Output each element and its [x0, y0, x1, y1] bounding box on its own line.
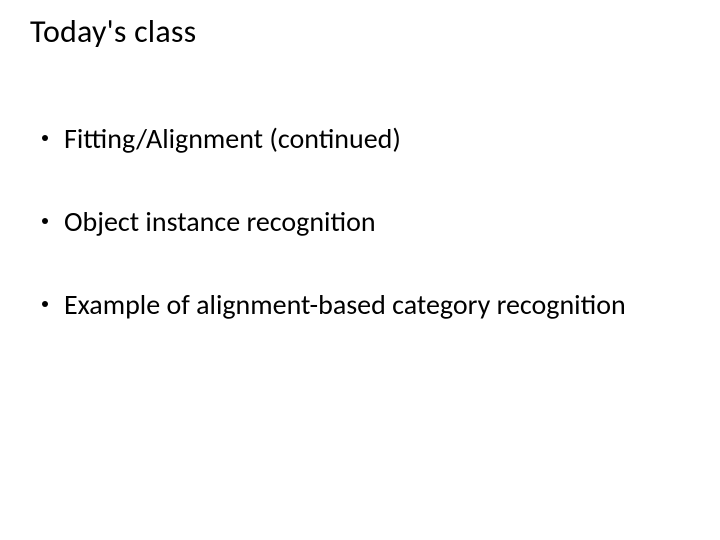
list-item: Example of alignment-based category reco…	[42, 287, 690, 322]
bullet-icon	[42, 218, 48, 224]
list-item: Object instance recognition	[42, 204, 690, 239]
bullet-text: Fitting/Alignment (continued)	[64, 121, 401, 156]
bullet-text: Object instance recognition	[64, 204, 376, 239]
list-item: Fitting/Alignment (continued)	[42, 121, 690, 156]
slide-title: Today's class	[30, 12, 690, 51]
bullet-icon	[42, 301, 48, 307]
bullet-list: Fitting/Alignment (continued) Object ins…	[30, 121, 690, 322]
bullet-icon	[42, 135, 48, 141]
bullet-text: Example of alignment-based category reco…	[64, 287, 626, 322]
slide-container: Today's class Fitting/Alignment (continu…	[0, 0, 720, 540]
